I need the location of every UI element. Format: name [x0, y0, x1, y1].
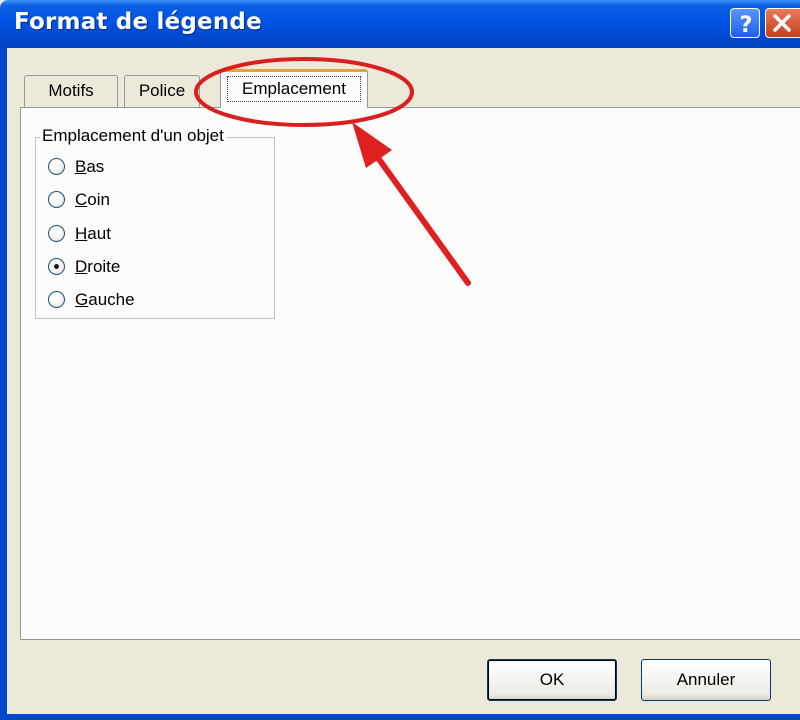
groupbox-label: Emplacement d'un objet: [40, 126, 226, 146]
radio-label-gauche: Gauche: [75, 290, 135, 309]
tab-emplacement[interactable]: Emplacement: [220, 69, 368, 108]
placement-groupbox: [35, 137, 275, 319]
radio-button[interactable]: [48, 158, 65, 175]
tab-motifs-label: Motifs: [48, 81, 94, 100]
tab-police-label: Police: [138, 81, 186, 100]
radio-button[interactable]: [48, 225, 65, 242]
cancel-button[interactable]: Annuler: [641, 659, 771, 701]
title-bar[interactable]: Format de légende ?: [0, 0, 800, 48]
tab-police[interactable]: Police: [124, 75, 200, 107]
window-title: Format de légende: [14, 9, 262, 35]
radio-label-bas: Bas: [75, 157, 105, 176]
radio-button[interactable]: [48, 291, 65, 308]
tab-motifs[interactable]: Motifs: [24, 75, 118, 107]
close-button[interactable]: [765, 8, 800, 38]
radio-label-haut: Haut: [75, 224, 111, 243]
dialog-window: Format de légende ? Motifs Police Emplac…: [0, 0, 800, 720]
tab-emplacement-label: Emplacement: [242, 79, 346, 98]
radio-selected-dot: [54, 264, 59, 269]
close-icon: [773, 14, 791, 32]
help-icon: ?: [740, 13, 753, 38]
window-frame-left: [0, 48, 7, 720]
radio-label-coin: Coin: [75, 190, 110, 209]
window-frame-bottom: [0, 714, 800, 720]
radio-label-droite: Droite: [75, 257, 121, 276]
svg-text:?: ?: [740, 13, 753, 38]
help-button[interactable]: ?: [730, 8, 760, 38]
radio-button[interactable]: [48, 191, 65, 208]
radio-button-selected[interactable]: [48, 258, 65, 275]
ok-button[interactable]: OK: [487, 659, 617, 701]
